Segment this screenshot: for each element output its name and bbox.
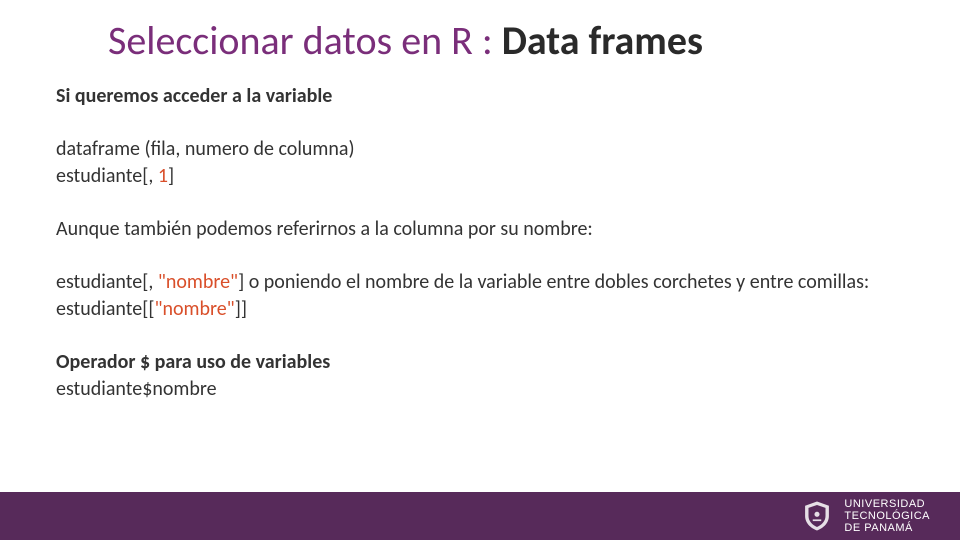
shield-icon <box>800 499 834 533</box>
slide: Seleccionar datos en R : Data frames Si … <box>0 0 960 540</box>
code-text: ]] <box>235 297 247 321</box>
footer-bar: UNIVERSIDAD TECNOLÓGICA DE PANAMÁ <box>0 492 960 540</box>
university-name: UNIVERSIDAD TECNOLÓGICA DE PANAMÁ <box>844 498 930 534</box>
title-part2: Data frames <box>502 16 703 65</box>
code-line-index: estudiante[, 1] <box>56 163 904 190</box>
code-text: estudiante[, <box>56 164 158 188</box>
spacer <box>56 323 904 349</box>
code-text: estudiante[[ <box>56 297 154 321</box>
org-name-line2: TECNOLÓGICA <box>844 510 930 522</box>
org-name-line3: DE PANAMÁ <box>844 522 930 534</box>
code-number: 1 <box>158 164 168 188</box>
code-string: "nombre" <box>154 297 234 321</box>
subheading-access-variable: Si queremos acceder a la variable <box>56 83 904 110</box>
code-line-double-bracket: estudiante[["nombre"]] <box>56 296 904 323</box>
subheading-dollar-operator: Operador $ para uso de variables <box>56 349 904 376</box>
code-text: ] o poniendo el nombre de la variable en… <box>238 270 869 294</box>
org-name-line1: UNIVERSIDAD <box>844 498 930 510</box>
spacer <box>56 110 904 136</box>
code-text: ] <box>168 164 174 188</box>
code-string: "nombre" <box>158 270 238 294</box>
title-part1: Seleccionar datos en R : <box>108 16 502 65</box>
slide-title: Seleccionar datos en R : Data frames <box>0 0 960 65</box>
text-column-by-name: Aunque también podemos referirnos a la c… <box>56 216 904 243</box>
code-line-syntax: dataframe (fila, numero de columna) <box>56 136 904 163</box>
spacer <box>56 243 904 269</box>
code-line-name-bracket: estudiante[, "nombre"] o poniendo el nom… <box>56 269 904 296</box>
university-logo: UNIVERSIDAD TECNOLÓGICA DE PANAMÁ <box>800 498 930 534</box>
code-line-dollar: estudiante$nombre <box>56 376 904 403</box>
spacer <box>56 190 904 216</box>
code-text: estudiante[, <box>56 270 158 294</box>
slide-content: Si queremos acceder a la variable datafr… <box>0 65 960 403</box>
